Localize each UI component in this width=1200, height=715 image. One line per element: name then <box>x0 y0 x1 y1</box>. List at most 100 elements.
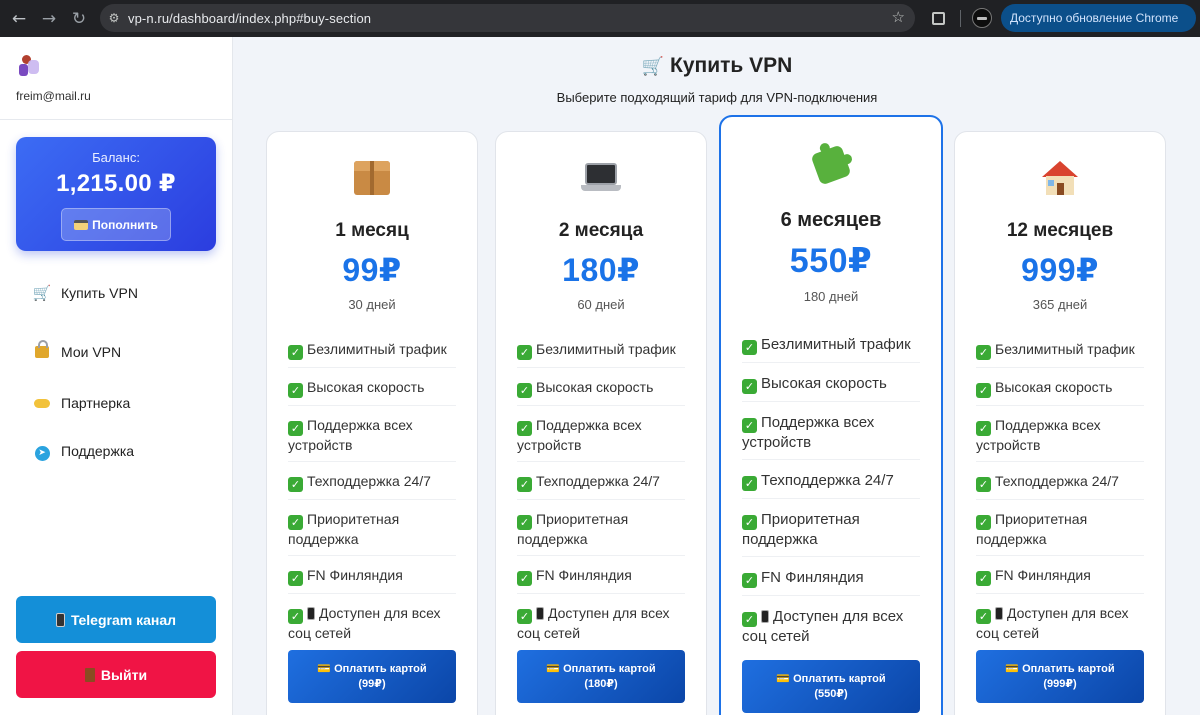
door-icon <box>84 667 95 682</box>
feature-item: ✓ Доступен для всех соц сетей <box>288 605 441 641</box>
plan-price: 180₽ <box>562 252 640 288</box>
url-text[interactable]: vp-n.ru/dashboard/index.php#buy-section <box>128 11 371 26</box>
feature-item: ✓ Безлимитный трафик <box>288 340 456 368</box>
feature-item: ✓ FN Финляндия <box>288 566 456 594</box>
pay-button-amount: (999₽) <box>1043 677 1077 690</box>
logout-label: Выйти <box>100 666 148 683</box>
site-info-icon[interactable]: ⚙ <box>100 4 128 32</box>
page-title: 🛒 Купить VPN <box>234 54 1200 78</box>
check-icon: ✓ <box>976 383 991 398</box>
check-icon: ✓ <box>288 571 303 586</box>
check-icon: ✓ <box>288 515 303 530</box>
mobile-phone-icon <box>55 612 65 627</box>
page-title-text: Купить VPN <box>670 54 793 77</box>
pay-card-button[interactable]: 💳 Оплатить картой (180₽) <box>517 650 685 703</box>
check-icon: ✓ <box>976 571 991 586</box>
shopping-cart-icon: 🛒 <box>32 284 52 302</box>
pay-button-label: 💳 Оплатить картой <box>776 672 886 685</box>
check-icon: ✓ <box>517 477 532 492</box>
package-icon <box>352 157 392 197</box>
feature-item: ✓ Приоритетная поддержка <box>517 510 685 556</box>
plan-name: 6 месяцев <box>780 209 882 231</box>
shopping-cart-icon: 🛒 <box>641 56 665 77</box>
check-icon: ✓ <box>288 421 303 436</box>
check-icon: ✓ <box>517 515 532 530</box>
pay-card-button[interactable]: 💳 Оплатить картой (999₽) <box>976 650 1144 703</box>
mobile-phone-icon <box>307 607 315 620</box>
feature-list: ✓ Безлимитный трафик ✓ Высокая скорость ✓ П… <box>288 340 456 649</box>
pay-button-amount: (550₽) <box>814 687 848 700</box>
check-icon: ✓ <box>976 477 991 492</box>
credit-card-icon <box>74 219 89 230</box>
sidebar-item-buy-vpn[interactable]: 🛒 Купить VPN <box>16 273 216 313</box>
feature-item: ✓ Высокая скорость <box>742 374 920 402</box>
check-icon: ✓ <box>517 609 532 624</box>
plan-price: 550₽ <box>789 242 873 280</box>
bookmark-star-icon[interactable]: ☆ <box>892 8 905 26</box>
sidebar-item-label: Купить VPN <box>61 285 138 301</box>
pay-card-button[interactable]: 💳 Оплатить картой (99₽) <box>288 650 456 703</box>
topup-button[interactable]: Пополнить <box>61 208 171 241</box>
feature-item: ✓ Высокая скорость <box>288 378 456 406</box>
check-icon: ✓ <box>742 379 757 394</box>
check-icon: ✓ <box>976 609 991 624</box>
plan-card-1-month: 1 месяц 99₽ 30 дней ✓ Безлимитный трафик … <box>266 131 478 715</box>
check-icon: ✓ <box>742 515 757 530</box>
check-icon: ✓ <box>517 383 532 398</box>
feature-list: ✓ Безлимитный трафик ✓ Высокая скорость ✓ П… <box>742 335 920 653</box>
sidebar: freim@mail.ru Баланс: 1,215.00 ₽ Пополни… <box>0 37 233 715</box>
sidebar-item-label: Партнерка <box>61 395 131 411</box>
lock-icon <box>32 340 52 362</box>
pay-button-label: 💳 Оплатить картой <box>1005 662 1115 675</box>
feature-item: ✓ Высокая скорость <box>517 378 685 406</box>
mobile-phone-icon <box>995 607 1003 620</box>
plan-duration: 365 дней <box>1032 297 1088 312</box>
topup-label: Пополнить <box>92 217 158 232</box>
laptop-icon <box>581 157 621 197</box>
feature-item: ✓ Поддержка всех устройств <box>517 416 685 462</box>
logout-button[interactable]: Выйти <box>16 651 216 698</box>
check-icon: ✓ <box>976 345 991 360</box>
address-bar[interactable]: ⚙ vp-n.ru/dashboard/index.php#buy-sectio… <box>100 4 915 32</box>
feature-item: ✓ FN Финляндия <box>517 566 685 594</box>
telegram-icon: ➤ <box>32 441 52 461</box>
extensions-icon[interactable] <box>926 6 950 30</box>
plan-card-2-months: 2 месяца 180₽ 60 дней ✓ Безлимитный трафи… <box>495 131 707 715</box>
check-icon: ✓ <box>976 515 991 530</box>
telegram-channel-button[interactable]: Telegram канал <box>16 596 216 643</box>
telegram-channel-label: Telegram канал <box>70 611 177 628</box>
feature-item: ✓ Безлимитный трафик <box>517 340 685 368</box>
feature-item: ✓ Доступен для всех соц сетей <box>742 608 904 645</box>
house-icon <box>1040 157 1080 197</box>
feature-item: ✓ Поддержка всех устройств <box>976 416 1144 462</box>
check-icon: ✓ <box>742 476 757 491</box>
feature-item: ✓ Приоритетная поддержка <box>742 510 920 557</box>
pay-button-label: 💳 Оплатить картой <box>546 662 656 675</box>
chrome-update-button[interactable]: Доступно обновление Chrome <box>1001 4 1196 32</box>
user-avatar-icon <box>16 55 40 77</box>
feature-item: ✓ Высокая скорость <box>976 378 1144 406</box>
pay-button-label: 💳 Оплатить картой <box>317 662 427 675</box>
back-arrow-icon[interactable]: ← <box>4 4 34 34</box>
browser-toolbar: ← → ↻ ⚙ vp-n.ru/dashboard/index.php#buy-… <box>0 0 1200 37</box>
toolbar-divider <box>960 10 961 27</box>
forward-arrow-icon[interactable]: → <box>34 4 64 34</box>
mobile-phone-icon <box>536 607 544 620</box>
sidebar-item-support[interactable]: ➤ Поддержка <box>16 431 216 471</box>
user-email: freim@mail.ru <box>16 89 91 103</box>
profile-avatar[interactable] <box>972 8 992 28</box>
check-icon: ✓ <box>517 571 532 586</box>
handshake-icon <box>32 394 52 412</box>
plan-duration: 180 дней <box>803 289 859 304</box>
pay-button-amount: (99₽) <box>358 677 386 690</box>
user-header: freim@mail.ru <box>0 37 232 120</box>
feature-item: ✓ Техподдержка 24/7 <box>976 472 1144 500</box>
pay-card-button[interactable]: 💳 Оплатить картой (550₽) <box>742 660 920 713</box>
check-icon: ✓ <box>517 345 532 360</box>
feature-item: ✓ Безлимитный трафик <box>742 335 920 363</box>
sidebar-item-my-vpn[interactable]: Мои VPN <box>16 332 216 372</box>
reload-icon[interactable]: ↻ <box>64 4 94 34</box>
sidebar-item-partner[interactable]: Партнерка <box>16 383 216 423</box>
feature-item: ✓ Техподдержка 24/7 <box>517 472 685 500</box>
balance-label: Баланс: <box>92 150 140 165</box>
